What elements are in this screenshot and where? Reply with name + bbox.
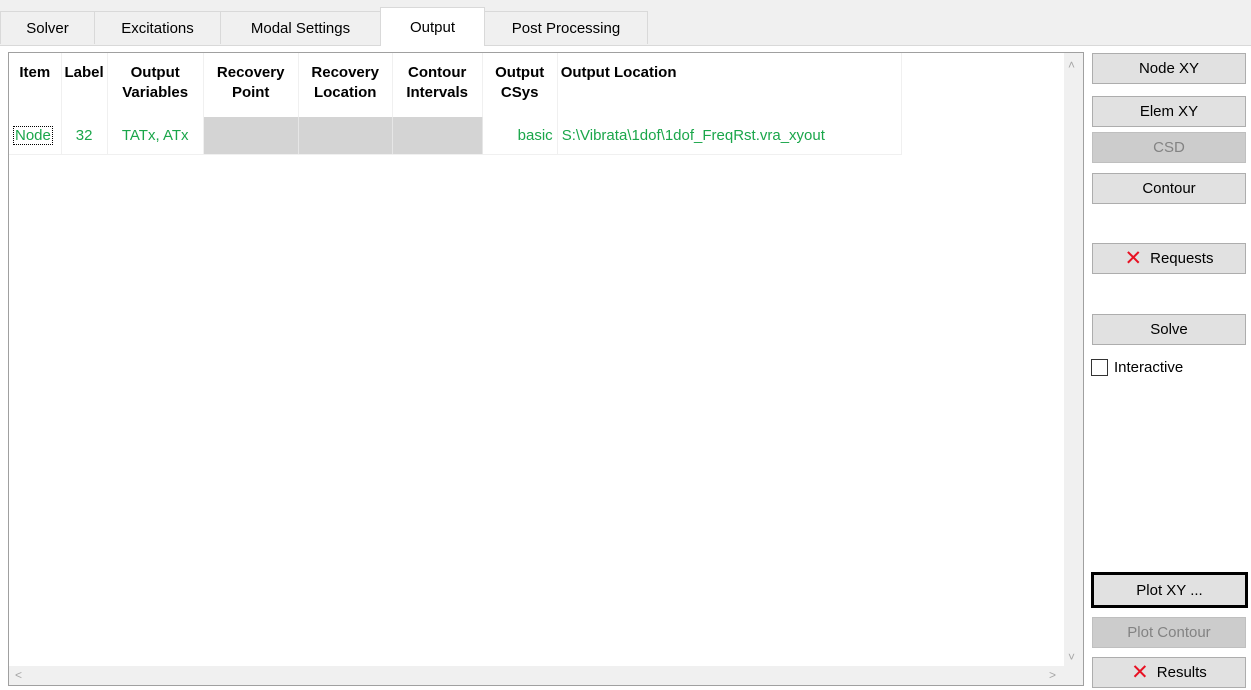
output-grid: Item Label Output Variables Recovery Point… bbox=[8, 52, 1084, 686]
delete-x-icon: ✕ bbox=[1131, 660, 1149, 684]
tab-excitations[interactable]: Excitations bbox=[94, 11, 221, 44]
cell-output-variables[interactable]: TATx, ATx bbox=[107, 117, 204, 155]
tab-modal-settings[interactable]: Modal Settings bbox=[220, 11, 381, 44]
cell-label[interactable]: 32 bbox=[61, 117, 108, 155]
cell-contour-intervals[interactable] bbox=[392, 117, 483, 155]
tab-bar: Solver Excitations Modal Settings Output… bbox=[0, 0, 1251, 46]
col-header-output-location[interactable]: Output Location bbox=[557, 53, 902, 117]
tab-output[interactable]: Output bbox=[380, 7, 485, 46]
cell-recovery-point[interactable] bbox=[203, 117, 299, 155]
cell-output-location[interactable]: S:\Vibrata\1dof\1dof_FreqRst.vra_xyout bbox=[557, 117, 902, 155]
scrollbar-corner bbox=[1064, 666, 1083, 685]
solve-button[interactable]: Solve bbox=[1092, 314, 1246, 345]
col-header-output-csys[interactable]: Output CSys bbox=[482, 53, 558, 117]
col-header-recovery-point[interactable]: Recovery Point bbox=[203, 53, 299, 117]
plot-xy-button[interactable]: Plot XY ... bbox=[1091, 572, 1248, 608]
col-header-item[interactable]: Item bbox=[9, 53, 62, 117]
scroll-down-icon[interactable]: ˅ bbox=[1068, 651, 1075, 663]
results-button[interactable]: ✕ Results bbox=[1092, 657, 1246, 688]
plot-contour-button[interactable]: Plot Contour bbox=[1092, 617, 1246, 648]
cell-output-csys[interactable]: basic bbox=[482, 117, 558, 155]
scroll-up-icon[interactable]: ˄ bbox=[1068, 59, 1075, 71]
scroll-left-icon[interactable]: < bbox=[15, 669, 22, 681]
cell-item[interactable]: Node bbox=[9, 117, 62, 155]
col-header-recovery-location[interactable]: Recovery Location bbox=[298, 53, 393, 117]
requests-button[interactable]: ✕ Requests bbox=[1092, 243, 1246, 274]
delete-x-icon: ✕ bbox=[1124, 246, 1143, 270]
elem-xy-button[interactable]: Elem XY bbox=[1092, 96, 1246, 127]
output-table: Item Label Output Variables Recovery Point… bbox=[9, 53, 902, 155]
tab-solver[interactable]: Solver bbox=[0, 11, 95, 44]
node-xy-button[interactable]: Node XY bbox=[1092, 53, 1246, 84]
contour-button[interactable]: Contour bbox=[1092, 173, 1246, 204]
table-row[interactable]: Node 32 TATx, ATx basic S:\Vibrata\1dof\… bbox=[9, 117, 902, 155]
col-header-contour-intervals[interactable]: Contour Intervals bbox=[392, 53, 483, 117]
interactive-checkbox[interactable]: Interactive bbox=[1091, 359, 1183, 376]
scroll-right-icon[interactable]: > bbox=[1049, 669, 1056, 681]
col-header-label[interactable]: Label bbox=[61, 53, 108, 117]
horizontal-scrollbar[interactable]: < > bbox=[9, 666, 1064, 685]
cell-recovery-location[interactable] bbox=[298, 117, 393, 155]
vertical-scrollbar[interactable]: ˄ ˅ bbox=[1064, 53, 1083, 667]
col-header-output-variables[interactable]: Output Variables bbox=[107, 53, 204, 117]
checkbox-box-icon[interactable] bbox=[1091, 359, 1108, 376]
tab-post-processing[interactable]: Post Processing bbox=[484, 11, 648, 44]
csd-button[interactable]: CSD bbox=[1092, 132, 1246, 163]
